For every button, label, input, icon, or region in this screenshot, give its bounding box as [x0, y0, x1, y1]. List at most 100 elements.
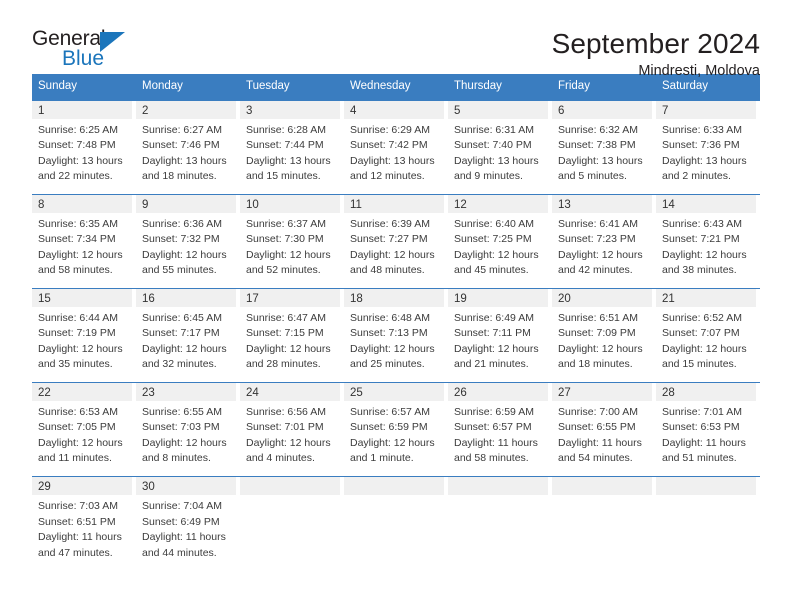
daylight-text-line2: and 4 minutes.: [246, 452, 315, 465]
day-number: 6: [552, 100, 652, 119]
sunrise-text: Sunrise: 6:45 AM: [142, 311, 222, 324]
week-row: 29 Sunrise: 7:03 AM Sunset: 6:51 PM Dayl…: [32, 476, 760, 570]
day-details: Sunrise: 6:41 AM Sunset: 7:23 PM Dayligh…: [552, 213, 652, 288]
daylight-text-line2: and 58 minutes.: [38, 264, 113, 277]
day-cell[interactable]: 23 Sunrise: 6:55 AM Sunset: 7:03 PM Dayl…: [136, 382, 240, 476]
day-cell[interactable]: 11 Sunrise: 6:39 AM Sunset: 7:27 PM Dayl…: [344, 194, 448, 288]
daylight-text-line1: Daylight: 13 hours: [350, 154, 435, 167]
sunrise-text: Sunrise: 6:51 AM: [558, 311, 638, 324]
day-cell[interactable]: 20 Sunrise: 6:51 AM Sunset: 7:09 PM Dayl…: [552, 288, 656, 382]
day-number: 5: [448, 100, 548, 119]
daylight-text-line2: and 9 minutes.: [454, 170, 523, 183]
day-cell[interactable]: 24 Sunrise: 6:56 AM Sunset: 7:01 PM Dayl…: [240, 382, 344, 476]
day-number: 8: [32, 194, 132, 213]
daylight-text-line2: and 18 minutes.: [142, 170, 217, 183]
week-row: 22 Sunrise: 6:53 AM Sunset: 7:05 PM Dayl…: [32, 381, 760, 476]
day-cell[interactable]: 8 Sunrise: 6:35 AM Sunset: 7:34 PM Dayli…: [32, 194, 136, 288]
day-cell[interactable]: 19 Sunrise: 6:49 AM Sunset: 7:11 PM Dayl…: [448, 288, 552, 382]
day-cell-empty: [656, 477, 760, 570]
sunrise-text: Sunrise: 7:03 AM: [38, 500, 118, 513]
day-number: 21: [656, 288, 756, 307]
day-number: 3: [240, 100, 340, 119]
daylight-text-line2: and 18 minutes.: [558, 358, 633, 371]
day-cell[interactable]: 13 Sunrise: 6:41 AM Sunset: 7:23 PM Dayl…: [552, 194, 656, 288]
day-cell[interactable]: 2 Sunrise: 6:27 AM Sunset: 7:46 PM Dayli…: [136, 100, 240, 194]
daylight-text-line2: and 35 minutes.: [38, 358, 113, 371]
daylight-text-line1: Daylight: 13 hours: [246, 154, 331, 167]
sunrise-text: Sunrise: 7:01 AM: [662, 405, 742, 418]
daylight-text-line2: and 21 minutes.: [454, 358, 529, 371]
weekday-header-wednesday: Wednesday: [350, 80, 411, 92]
day-cell[interactable]: 26 Sunrise: 6:59 AM Sunset: 6:57 PM Dayl…: [448, 382, 552, 476]
day-details: Sunrise: 6:56 AM Sunset: 7:01 PM Dayligh…: [240, 401, 340, 476]
sunrise-text: Sunrise: 6:59 AM: [454, 405, 534, 418]
day-cell[interactable]: 9 Sunrise: 6:36 AM Sunset: 7:32 PM Dayli…: [136, 194, 240, 288]
day-cell[interactable]: 27 Sunrise: 7:00 AM Sunset: 6:55 PM Dayl…: [552, 382, 656, 476]
daylight-text-line1: Daylight: 12 hours: [142, 342, 227, 355]
logo-text-general: General: [32, 27, 106, 50]
sunset-text: Sunset: 7:34 PM: [38, 233, 116, 246]
day-number: 20: [552, 288, 652, 307]
day-details: Sunrise: 6:57 AM Sunset: 6:59 PM Dayligh…: [344, 401, 444, 476]
day-cell[interactable]: 5 Sunrise: 6:31 AM Sunset: 7:40 PM Dayli…: [448, 100, 552, 194]
day-cell[interactable]: 17 Sunrise: 6:47 AM Sunset: 7:15 PM Dayl…: [240, 288, 344, 382]
page-title: September 2024: [551, 28, 760, 59]
day-cell[interactable]: 7 Sunrise: 6:33 AM Sunset: 7:36 PM Dayli…: [656, 100, 760, 194]
daylight-text-line1: Daylight: 13 hours: [142, 154, 227, 167]
weekday-header-tuesday: Tuesday: [246, 80, 290, 92]
day-cell[interactable]: 28 Sunrise: 7:01 AM Sunset: 6:53 PM Dayl…: [656, 382, 760, 476]
day-cell-empty: [552, 477, 656, 570]
general-blue-logo[interactable]: General Blue: [32, 28, 137, 74]
day-cell[interactable]: 12 Sunrise: 6:40 AM Sunset: 7:25 PM Dayl…: [448, 194, 552, 288]
sunset-text: Sunset: 7:21 PM: [662, 233, 740, 246]
day-details: Sunrise: 6:40 AM Sunset: 7:25 PM Dayligh…: [448, 213, 548, 288]
daylight-text-line1: Daylight: 12 hours: [350, 436, 435, 449]
day-details: Sunrise: 6:28 AM Sunset: 7:44 PM Dayligh…: [240, 119, 340, 194]
daylight-text-line1: Daylight: 12 hours: [662, 248, 747, 261]
day-cell-empty: [240, 477, 344, 570]
daylight-text-line2: and 54 minutes.: [558, 452, 633, 465]
day-cell[interactable]: 18 Sunrise: 6:48 AM Sunset: 7:13 PM Dayl…: [344, 288, 448, 382]
sunset-text: Sunset: 7:19 PM: [38, 327, 116, 340]
week-row: 15 Sunrise: 6:44 AM Sunset: 7:19 PM Dayl…: [32, 287, 760, 382]
sunset-text: Sunset: 7:13 PM: [350, 327, 428, 340]
day-cell[interactable]: 10 Sunrise: 6:37 AM Sunset: 7:30 PM Dayl…: [240, 194, 344, 288]
day-cell[interactable]: 6 Sunrise: 6:32 AM Sunset: 7:38 PM Dayli…: [552, 100, 656, 194]
daylight-text-line2: and 45 minutes.: [454, 264, 529, 277]
sunrise-text: Sunrise: 6:40 AM: [454, 217, 534, 230]
day-cell[interactable]: 1 Sunrise: 6:25 AM Sunset: 7:48 PM Dayli…: [32, 100, 136, 194]
daylight-text-line2: and 1 minute.: [350, 452, 414, 465]
week-row: 8 Sunrise: 6:35 AM Sunset: 7:34 PM Dayli…: [32, 193, 760, 288]
day-cell[interactable]: 30 Sunrise: 7:04 AM Sunset: 6:49 PM Dayl…: [136, 477, 240, 570]
sunset-text: Sunset: 7:30 PM: [246, 233, 324, 246]
day-number: 10: [240, 194, 340, 213]
day-cell[interactable]: 14 Sunrise: 6:43 AM Sunset: 7:21 PM Dayl…: [656, 194, 760, 288]
day-details: Sunrise: 7:00 AM Sunset: 6:55 PM Dayligh…: [552, 401, 652, 476]
daylight-text-line2: and 55 minutes.: [142, 264, 217, 277]
sunset-text: Sunset: 7:25 PM: [454, 233, 532, 246]
day-cell[interactable]: 21 Sunrise: 6:52 AM Sunset: 7:07 PM Dayl…: [656, 288, 760, 382]
day-number: 13: [552, 194, 652, 213]
sunrise-text: Sunrise: 6:56 AM: [246, 405, 326, 418]
daylight-text-line1: Daylight: 11 hours: [662, 436, 746, 449]
sunrise-text: Sunrise: 6:44 AM: [38, 311, 118, 324]
day-number: 24: [240, 382, 340, 401]
day-cell[interactable]: 22 Sunrise: 6:53 AM Sunset: 7:05 PM Dayl…: [32, 382, 136, 476]
day-cell[interactable]: 15 Sunrise: 6:44 AM Sunset: 7:19 PM Dayl…: [32, 288, 136, 382]
day-details: Sunrise: 6:43 AM Sunset: 7:21 PM Dayligh…: [656, 213, 756, 288]
day-number: 22: [32, 382, 132, 401]
daylight-text-line1: Daylight: 12 hours: [454, 342, 539, 355]
day-cell[interactable]: 16 Sunrise: 6:45 AM Sunset: 7:17 PM Dayl…: [136, 288, 240, 382]
day-cell[interactable]: 29 Sunrise: 7:03 AM Sunset: 6:51 PM Dayl…: [32, 477, 136, 570]
day-details: Sunrise: 6:25 AM Sunset: 7:48 PM Dayligh…: [32, 119, 132, 194]
daylight-text-line2: and 2 minutes.: [662, 170, 731, 183]
sunrise-text: Sunrise: 6:28 AM: [246, 123, 326, 136]
weekday-header-row: Sunday Monday Tuesday Wednesday Thursday…: [32, 74, 760, 100]
day-cell-empty: [448, 477, 552, 570]
day-cell[interactable]: 3 Sunrise: 6:28 AM Sunset: 7:44 PM Dayli…: [240, 100, 344, 194]
sunrise-text: Sunrise: 6:48 AM: [350, 311, 430, 324]
day-cell[interactable]: 4 Sunrise: 6:29 AM Sunset: 7:42 PM Dayli…: [344, 100, 448, 194]
sunrise-text: Sunrise: 6:52 AM: [662, 311, 742, 324]
day-details: Sunrise: 6:55 AM Sunset: 7:03 PM Dayligh…: [136, 401, 236, 476]
day-cell[interactable]: 25 Sunrise: 6:57 AM Sunset: 6:59 PM Dayl…: [344, 382, 448, 476]
